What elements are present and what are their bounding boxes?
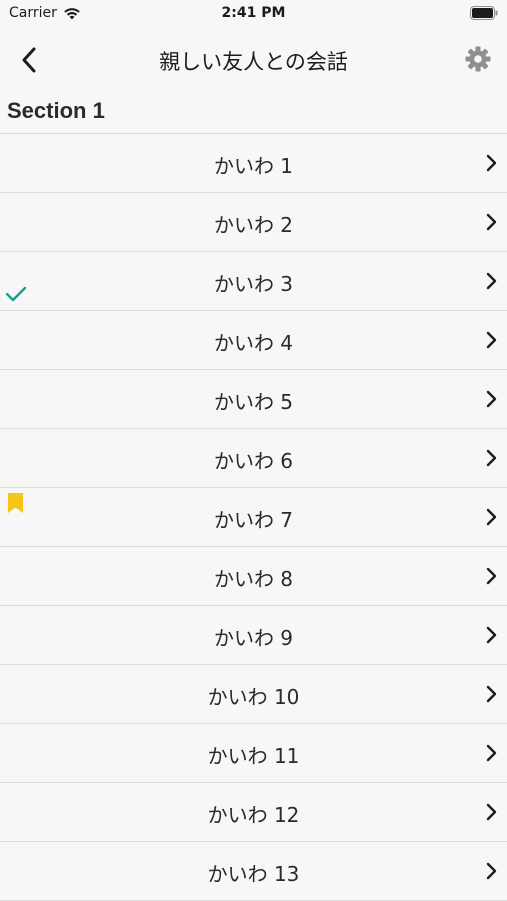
- list-item-label: かいわ 11: [207, 744, 300, 768]
- list-item-label: かいわ 9: [213, 626, 294, 650]
- list-item-label: かいわ 13: [207, 862, 300, 886]
- list-item-label: かいわ 3: [213, 272, 294, 296]
- page-title: 親しい友人との会話: [159, 50, 348, 74]
- chevron-right-icon: [486, 449, 497, 467]
- bookmark-icon: [8, 493, 23, 513]
- chevron-right-icon: [486, 272, 497, 290]
- list-item-label: かいわ 10: [207, 685, 300, 709]
- list-item[interactable]: かいわ 6: [0, 429, 507, 488]
- gear-icon[interactable]: [464, 45, 492, 73]
- navigation-bar: 親しい友人との会話: [0, 28, 507, 92]
- list-item-label: かいわ 12: [207, 803, 300, 827]
- list-item[interactable]: かいわ 11: [0, 724, 507, 783]
- conversation-list: かいわ 1 かいわ 2 かいわ 3 かいわ 4 かいわ 5 かいわ 6 かいわ 7 かいわ 8…: [0, 133, 507, 901]
- list-item[interactable]: かいわ 4: [0, 311, 507, 370]
- list-item[interactable]: かいわ 13: [0, 842, 507, 901]
- chevron-right-icon: [486, 567, 497, 585]
- list-item[interactable]: かいわ 7: [0, 488, 507, 547]
- status-bar: Carrier 2:41 PM: [0, 0, 507, 28]
- list-item[interactable]: かいわ 9: [0, 606, 507, 665]
- list-item[interactable]: かいわ 3: [0, 252, 507, 311]
- battery-icon: [470, 6, 498, 20]
- chevron-right-icon: [486, 154, 497, 172]
- chevron-right-icon: [486, 685, 497, 703]
- list-item[interactable]: かいわ 10: [0, 665, 507, 724]
- list-item[interactable]: かいわ 1: [0, 134, 507, 193]
- chevron-right-icon: [486, 862, 497, 880]
- list-item-label: かいわ 2: [213, 213, 294, 237]
- chevron-right-icon: [486, 744, 497, 762]
- list-item-label: かいわ 6: [213, 449, 294, 473]
- chevron-right-icon: [486, 626, 497, 644]
- chevron-right-icon: [486, 331, 497, 349]
- checkmark-icon: [5, 286, 27, 302]
- chevron-right-icon: [486, 508, 497, 526]
- section-header: Section 1: [7, 98, 105, 123]
- list-item-label: かいわ 5: [213, 390, 294, 414]
- list-item-label: かいわ 7: [213, 508, 294, 532]
- chevron-right-icon: [486, 803, 497, 821]
- list-item[interactable]: かいわ 12: [0, 783, 507, 842]
- back-button[interactable]: [14, 43, 44, 77]
- list-item-label: かいわ 8: [213, 567, 294, 591]
- list-item-label: かいわ 4: [213, 331, 294, 355]
- list-item[interactable]: かいわ 5: [0, 370, 507, 429]
- status-time: 2:41 PM: [221, 5, 286, 21]
- chevron-right-icon: [486, 390, 497, 408]
- chevron-left-icon: [22, 47, 36, 73]
- chevron-right-icon: [486, 213, 497, 231]
- list-item[interactable]: かいわ 8: [0, 547, 507, 606]
- list-item-label: かいわ 1: [213, 154, 294, 178]
- list-item[interactable]: かいわ 2: [0, 193, 507, 252]
